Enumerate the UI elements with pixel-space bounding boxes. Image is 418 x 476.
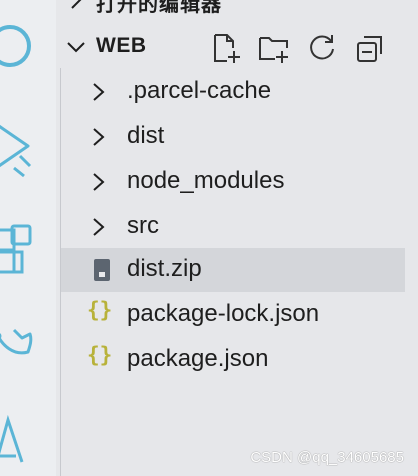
chevron-right-icon — [71, 0, 82, 9]
tree-item-label: node_modules — [127, 167, 285, 194]
tree-item-label: src — [127, 212, 159, 239]
json-file-icon: {} — [87, 298, 113, 322]
explorer-panel: 打开的编辑器 WEB .parcel-cache dist node_modul… — [56, 0, 418, 476]
tree-item-folder[interactable]: node_modules — [61, 160, 405, 204]
tree-item-label: package-lock.json — [127, 300, 320, 327]
azure-icon[interactable] — [0, 414, 24, 463]
tree-item-label: package.json — [127, 345, 269, 372]
chevron-right-icon — [93, 128, 105, 146]
zip-file-icon — [94, 259, 110, 281]
docker-icon[interactable] — [0, 328, 33, 355]
workspace-section-header[interactable]: WEB — [56, 28, 418, 66]
tree-item-folder[interactable]: dist — [61, 115, 405, 159]
chevron-down-icon — [67, 42, 85, 53]
source-control-icon[interactable] — [0, 124, 32, 178]
collapse-all-icon[interactable] — [354, 32, 386, 64]
chevron-right-icon — [93, 218, 105, 236]
json-file-icon: {} — [87, 343, 113, 367]
new-file-icon[interactable] — [210, 32, 242, 64]
tree-item-file-selected[interactable]: dist.zip — [61, 248, 405, 292]
tree-item-file[interactable]: {} package-lock.json — [61, 293, 405, 337]
tree-item-label: .parcel-cache — [127, 77, 272, 104]
extensions-icon[interactable] — [0, 224, 32, 274]
open-editors-label: 打开的编辑器 — [96, 0, 222, 16]
new-folder-icon[interactable] — [258, 32, 290, 64]
tree-item-folder[interactable]: src — [61, 205, 405, 249]
tree-item-folder[interactable]: .parcel-cache — [61, 70, 405, 114]
refresh-icon[interactable] — [306, 32, 338, 64]
workspace-title: WEB — [96, 34, 147, 57]
chevron-right-icon — [93, 83, 105, 101]
file-tree: .parcel-cache dist node_modules src dist… — [60, 68, 418, 476]
tree-item-file[interactable]: {} package.json — [61, 338, 405, 382]
tree-item-label: dist.zip — [127, 255, 202, 282]
open-editors-section[interactable]: 打开的编辑器 — [56, 0, 418, 16]
watermark: CSDN @qq_34605685 — [250, 449, 404, 466]
tree-item-label: dist — [127, 122, 165, 149]
search-icon[interactable] — [0, 25, 31, 67]
chevron-right-icon — [93, 173, 105, 191]
activity-bar — [0, 0, 56, 476]
